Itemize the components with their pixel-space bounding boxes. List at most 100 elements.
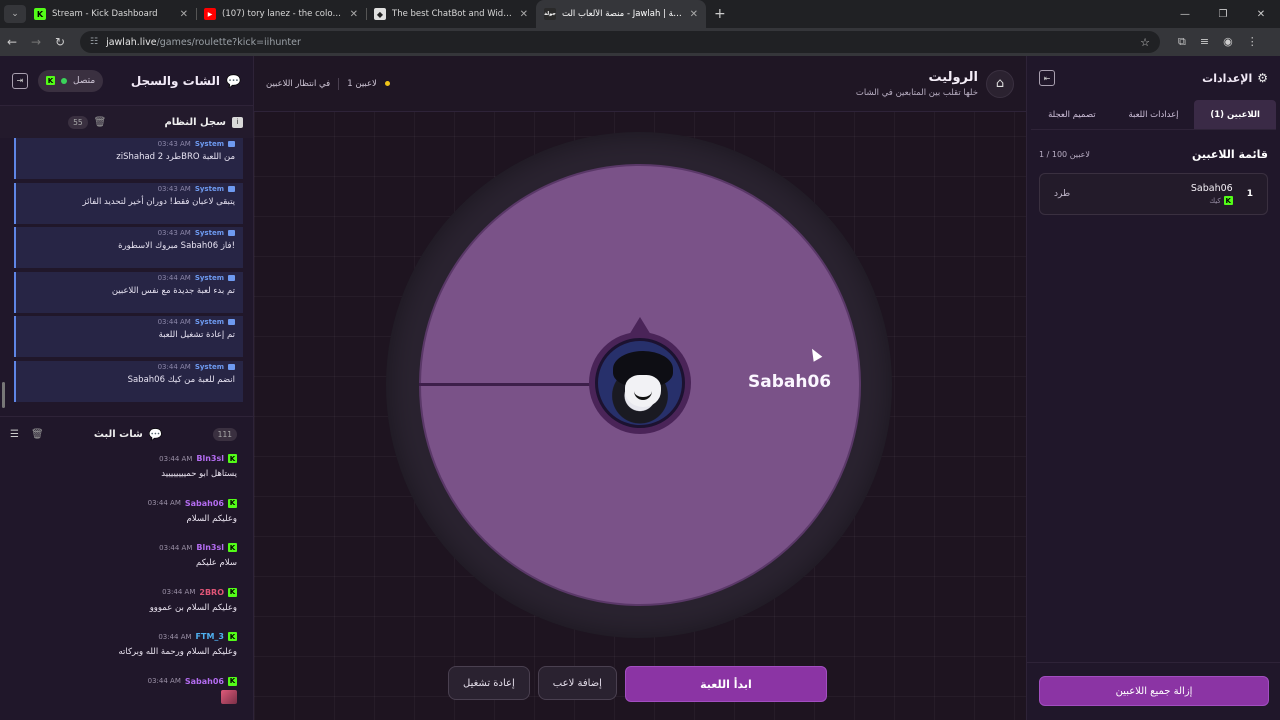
- player-status: في انتظار اللاعبين 1 لاعبين: [266, 77, 390, 90]
- system-message: 03:44 AM System Sabah06 انضم للعبة من كيك: [14, 360, 243, 402]
- close-icon[interactable]: ✕: [350, 9, 358, 20]
- chat-username[interactable]: FTM_3: [196, 632, 224, 641]
- message-text: يستاهل ابو حمييييييييد: [161, 469, 237, 479]
- home-icon[interactable]: ⌂: [986, 69, 1014, 98]
- jawlah-favicon-icon: جولة: [544, 8, 556, 20]
- address-toolbar: ← → ↻ ☷ jawlah.live/games/roulette?kick=…: [0, 28, 1280, 56]
- player-source: كيك K: [1191, 196, 1233, 205]
- player-info: Sabah06 كيك K: [1191, 183, 1233, 205]
- waiting-status: في انتظار اللاعبين: [266, 78, 331, 89]
- collapse-panel-icon[interactable]: ⇥: [12, 72, 28, 89]
- chat-username[interactable]: Sabah06: [185, 677, 224, 686]
- system-badge-icon: [228, 141, 235, 147]
- scrollbar-thumb[interactable]: [2, 382, 5, 408]
- tab-game-settings[interactable]: إعدادات اللعبة: [1113, 100, 1195, 129]
- chat-bubble-icon: 💬: [226, 73, 241, 88]
- extension-icons: ⧉ ≡ ◉ ⋮: [1178, 35, 1258, 49]
- new-tab-icon[interactable]: +: [714, 6, 726, 22]
- trash-icon[interactable]: 🗑: [31, 429, 44, 440]
- browser-menu-icon[interactable]: ⋮: [1247, 35, 1258, 49]
- close-icon[interactable]: ✕: [180, 9, 188, 20]
- chat-log-panel: ⇥ K متصل الشات والسجل 💬 🗑 سجل النظام i 5…: [0, 56, 254, 720]
- kick-icon: K: [228, 498, 237, 508]
- players-list-count: 1 / 100 لاعبين: [1039, 150, 1090, 159]
- system-badge-icon: [228, 185, 235, 192]
- chat-emote-image: [221, 689, 237, 704]
- close-window-icon[interactable]: ✕: [1242, 0, 1280, 28]
- message-time: 03:44 AM: [147, 677, 181, 686]
- system-message: 03:44 AM System تم بدء لعبة جديدة مع نفس …: [14, 271, 243, 313]
- message-author: System: [194, 229, 224, 238]
- chat-message: 03:44 AM 2BRO K وعليكم السلام بن عمووو: [16, 586, 237, 631]
- kick-favicon-icon: K: [34, 8, 46, 20]
- tab-search-button[interactable]: ⌄: [4, 5, 26, 23]
- system-log-count: 55: [68, 115, 88, 129]
- message-text: Sabah06 انضم للعبة من كيك: [127, 374, 235, 385]
- chat-username[interactable]: Bln3sl: [196, 543, 224, 552]
- url-path: /games/roulette?kick=iihunter: [156, 36, 301, 48]
- reload-icon[interactable]: ↻: [48, 35, 72, 49]
- players-count: 1 لاعبين: [347, 78, 377, 89]
- players-list-header: 1 / 100 لاعبين قائمة اللاعبين: [1027, 130, 1280, 161]
- profile-avatar-icon[interactable]: ◉: [1223, 35, 1233, 49]
- game-titles: الروليت خلها تقلب بين المتابعين في الشات: [856, 70, 978, 98]
- stream-chat-header: ☰ 🗑 شات البث 💬 111: [0, 416, 253, 452]
- roulette-wheel: Sabah06: [386, 132, 896, 642]
- kick-icon: K: [228, 454, 237, 463]
- align-icon[interactable]: ☰: [10, 429, 19, 440]
- browser-tab-4[interactable]: جولة منصة الألعاب الت - Jawlah | جولة ✕: [536, 0, 706, 28]
- collapse-panel-icon[interactable]: ⇤: [1039, 70, 1055, 86]
- browser-tab-3[interactable]: ◆ The best ChatBot and Widgets ✕: [366, 0, 536, 28]
- jawlah-app: ⇥ K متصل الشات والسجل 💬 🗑 سجل النظام i 5…: [0, 56, 1280, 720]
- url-bar[interactable]: ☷ jawlah.live/games/roulette?kick=iihunt…: [80, 31, 1160, 53]
- url-host: jawlah.live: [106, 36, 157, 48]
- message-time: 03:44 AM: [157, 318, 191, 327]
- start-game-button[interactable]: ابدأ اللعبة: [624, 666, 827, 702]
- close-icon[interactable]: ✕: [690, 9, 698, 20]
- add-player-button[interactable]: إضافة لاعب: [537, 666, 617, 700]
- chat-message: 03:44 AM FTM_3 K وعليكم السلام ورحمة الله …: [16, 630, 237, 675]
- message-time: 03:44 AM: [159, 454, 193, 463]
- restore-icon[interactable]: ❐: [1204, 0, 1242, 28]
- tab-wheel-design[interactable]: تصميم العجلة: [1031, 100, 1113, 129]
- close-icon[interactable]: ✕: [520, 9, 528, 20]
- stream-chat-list[interactable]: 03:44 AM Bln3sl K يستاهل ابو حمييييييييد 0…: [0, 452, 253, 720]
- kick-icon: K: [46, 76, 55, 85]
- message-time: 03:44 AM: [159, 543, 193, 552]
- media-control-icon[interactable]: ≡: [1200, 35, 1209, 49]
- message-text: يتبقى لاعبان فقط! دوران أخير لتحديد الفا…: [82, 196, 235, 207]
- remove-all-players-button[interactable]: إزالة جميع اللاعبين: [1039, 676, 1269, 706]
- extensions-icon[interactable]: ⧉: [1178, 35, 1186, 49]
- tab-title: The best ChatBot and Widgets: [392, 9, 514, 19]
- divider: [1027, 662, 1280, 663]
- message-author: System: [194, 362, 224, 371]
- message-time: 03:44 AM: [147, 499, 181, 508]
- message-text: وعليكم السلام ورحمة الله وبركاته: [118, 647, 237, 658]
- chat-username[interactable]: Sabah06: [185, 499, 224, 508]
- tab-players[interactable]: اللاعبين (1): [1194, 100, 1277, 129]
- minimize-icon[interactable]: —: [1166, 0, 1204, 28]
- kick-player-button[interactable]: طرد: [1054, 189, 1070, 199]
- bookmark-star-icon[interactable]: ☆: [1140, 36, 1150, 49]
- system-log-list[interactable]: 03:43 AM System ziShahad طرد 2BRO من اللع…: [0, 138, 253, 416]
- chat-username[interactable]: 2BRO: [199, 588, 224, 597]
- site-info-icon[interactable]: ☷: [90, 37, 98, 47]
- system-badge-icon: [228, 274, 235, 281]
- stream-chat-count: 111: [212, 428, 237, 441]
- back-icon[interactable]: ←: [0, 35, 24, 49]
- system-message: 03:44 AM System تم إعادة تشغيل اللعبة: [14, 316, 243, 358]
- message-author: System: [194, 140, 224, 148]
- browser-tab-1[interactable]: K Stream - Kick Dashboard ✕: [26, 0, 196, 28]
- chat-panel-title: الشات والسجل: [130, 73, 221, 88]
- message-text: مبروك الاسطورة Sabah06 فاز!: [118, 241, 235, 252]
- trash-icon[interactable]: 🗑: [94, 117, 107, 128]
- chat-username[interactable]: Bln3sl: [196, 454, 224, 463]
- status-dot-icon: [384, 81, 390, 86]
- forward-icon[interactable]: →: [24, 35, 48, 49]
- chat-message: 03:44 AM Bln3sl K سلام عليكم: [16, 541, 237, 586]
- message-text: وعليكم السلام بن عمووو: [149, 602, 237, 613]
- restart-button[interactable]: إعادة تشغيل: [448, 666, 530, 700]
- chat-message: 03:44 AM Bln3sl K يستاهل ابو حمييييييييد: [16, 452, 237, 497]
- system-badge-icon: [228, 319, 235, 326]
- browser-tab-2[interactable]: ▶ (107) tory lanez - the color viol ✕: [196, 0, 366, 28]
